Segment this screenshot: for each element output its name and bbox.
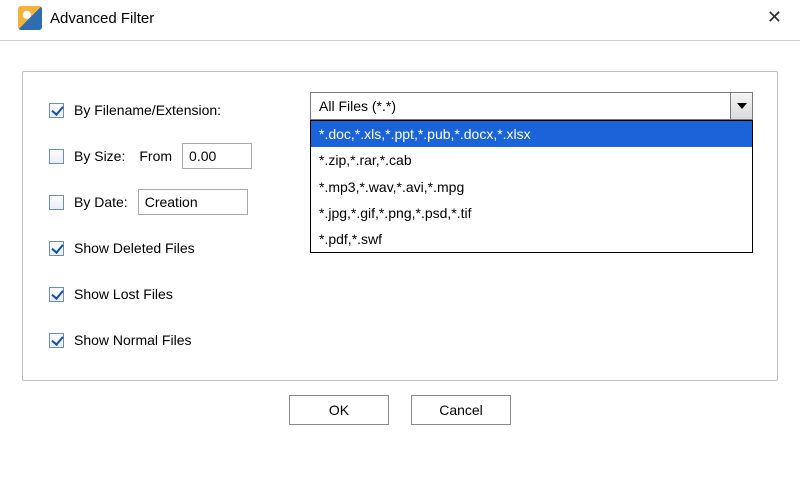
title-bar: Advanced Filter ✕ xyxy=(0,0,800,41)
checkbox-by-date[interactable] xyxy=(49,195,64,210)
dropdown-option[interactable]: *.zip,*.rar,*.cab xyxy=(311,147,752,173)
filter-panel: By Filename/Extension: By Size: From By … xyxy=(22,71,778,381)
dropdown-option[interactable]: *.doc,*.xls,*.ppt,*.pub,*.docx,*.xlsx xyxy=(311,121,752,147)
label-show-deleted: Show Deleted Files xyxy=(74,240,195,256)
row-show-normal: Show Normal Files xyxy=(49,326,751,354)
checkbox-show-lost[interactable] xyxy=(49,287,64,302)
filename-extension-dropdown[interactable]: *.doc,*.xls,*.ppt,*.pub,*.docx,*.xlsx *.… xyxy=(310,120,753,253)
label-by-filename: By Filename/Extension: xyxy=(74,102,221,118)
row-show-lost: Show Lost Files xyxy=(49,280,751,308)
dropdown-option[interactable]: *.jpg,*.gif,*.png,*.psd,*.tif xyxy=(311,200,752,226)
label-from: From xyxy=(139,148,172,164)
checkbox-by-filename[interactable] xyxy=(49,103,64,118)
close-icon[interactable]: ✕ xyxy=(767,8,782,26)
input-size-from[interactable] xyxy=(182,143,252,169)
label-show-normal: Show Normal Files xyxy=(74,332,191,348)
dropdown-option[interactable]: *.mp3,*.wav,*.avi,*.mpg xyxy=(311,174,752,200)
ok-button[interactable]: OK xyxy=(289,395,389,425)
filename-extension-selected: All Files (*.*) xyxy=(319,98,396,114)
window-title: Advanced Filter xyxy=(50,10,154,27)
chevron-down-icon[interactable] xyxy=(730,93,752,119)
label-show-lost: Show Lost Files xyxy=(74,286,173,302)
input-date-type[interactable] xyxy=(138,189,248,215)
checkbox-show-normal[interactable] xyxy=(49,333,64,348)
label-by-size: By Size: xyxy=(74,148,125,164)
checkbox-show-deleted[interactable] xyxy=(49,241,64,256)
app-icon xyxy=(18,6,42,30)
cancel-button[interactable]: Cancel xyxy=(411,395,511,425)
filename-extension-combo[interactable]: All Files (*.*) xyxy=(310,92,753,120)
label-by-date: By Date: xyxy=(74,194,128,210)
dropdown-option[interactable]: *.pdf,*.swf xyxy=(311,226,752,252)
checkbox-by-size[interactable] xyxy=(49,149,64,164)
dialog-buttons: OK Cancel xyxy=(0,395,800,425)
